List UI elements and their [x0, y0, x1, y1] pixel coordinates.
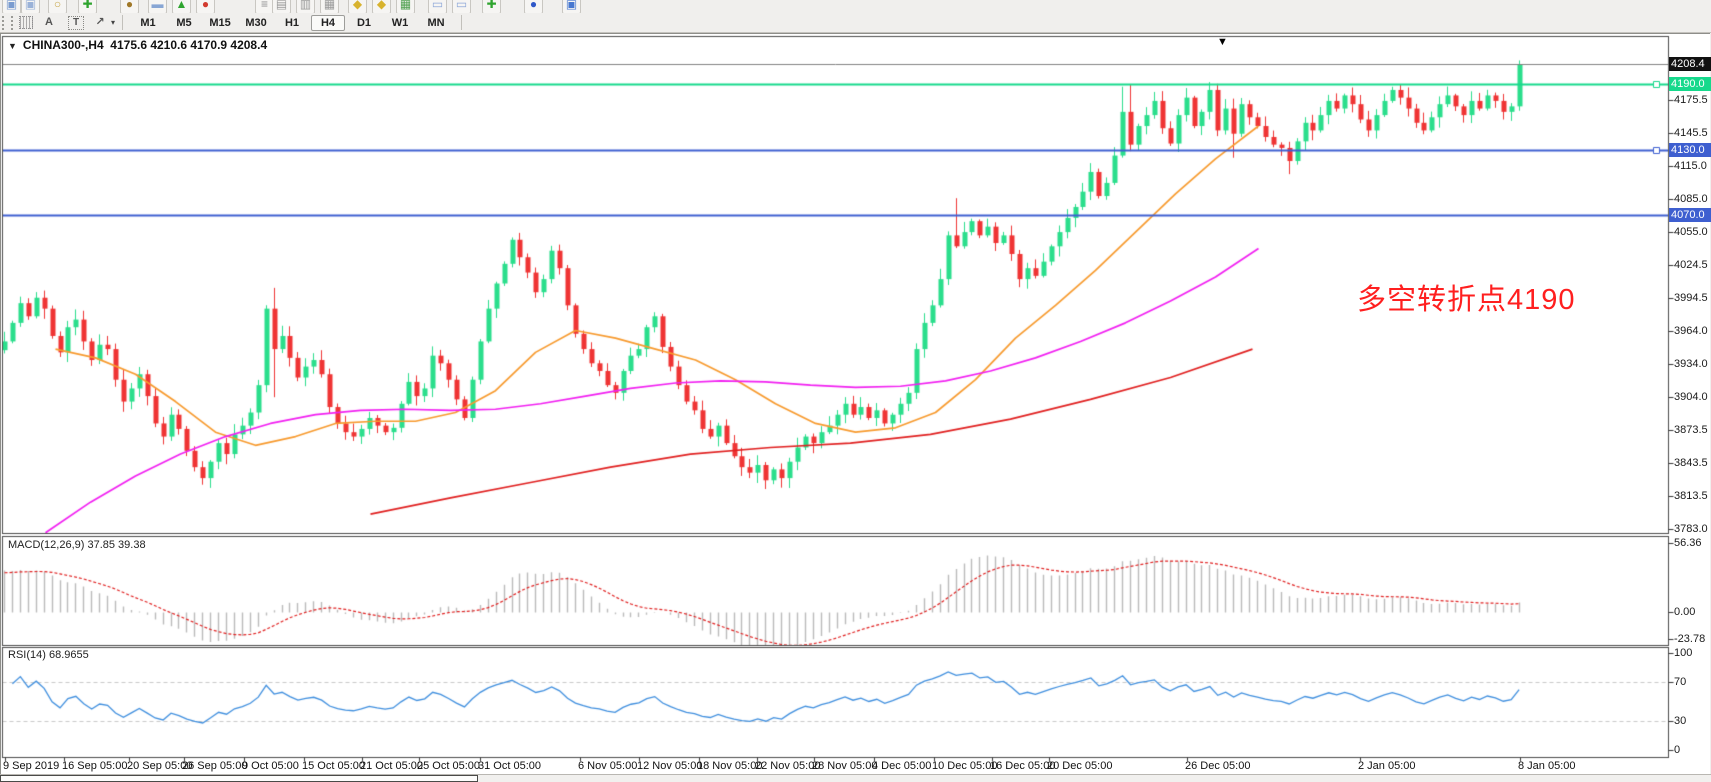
time-axis-label: 16 Dec 05:00	[990, 760, 1055, 772]
time-axis-label: 12 Nov 05:00	[637, 760, 702, 772]
time-axis-label: 25 Oct 05:00	[417, 760, 480, 772]
price-axis-label: 4024.5	[1674, 259, 1708, 271]
rsi-axis-label: 70	[1674, 676, 1686, 688]
price-axis-label: 4115.0	[1674, 160, 1707, 172]
rsi-axis-label: 0	[1674, 744, 1680, 756]
rsi-indicator-label: RSI(14) 68.9655	[8, 649, 89, 661]
mt4-terminal: ▣▣○✚●▬▲●≡▤▥▦◆◆▦▭▭✚●▣ A T ↗ ▾ M1M5M15M30H…	[0, 0, 1711, 782]
chart-canvas[interactable]	[0, 0, 1711, 782]
annotation-text[interactable]: 多空转折点4190	[1357, 276, 1576, 318]
rsi-axis-label: 100	[1674, 647, 1692, 659]
time-axis-label: 18 Nov 05:00	[697, 760, 762, 772]
time-axis-label: 9 Sep 2019	[3, 760, 59, 772]
price-axis-label: 3843.5	[1674, 457, 1708, 469]
rsi-axis-label: 30	[1674, 715, 1686, 727]
time-axis-label: 2 Jan 05:00	[1358, 760, 1416, 772]
chart-dropdown-icon[interactable]: ▼	[8, 41, 17, 51]
price-axis-label: 3813.5	[1674, 490, 1708, 502]
level-4130-tag: 4130.0	[1669, 143, 1711, 157]
time-axis-label: 21 Oct 05:00	[360, 760, 423, 772]
price-axis-label: 4175.5	[1674, 94, 1708, 106]
price-axis-label: 3934.0	[1674, 358, 1708, 370]
time-axis-label: 10 Dec 05:00	[932, 760, 997, 772]
level-4070-tag: 4070.0	[1669, 208, 1711, 222]
time-axis-label: 8 Jan 05:00	[1518, 760, 1576, 772]
time-axis-label: 31 Oct 05:00	[478, 760, 541, 772]
down-arrow-marker[interactable]: ▼	[1217, 36, 1228, 48]
time-axis-label: 28 Nov 05:00	[812, 760, 877, 772]
price-axis-label: 3964.0	[1674, 325, 1708, 337]
macd-indicator-label: MACD(12,26,9) 37.85 39.38	[8, 539, 146, 551]
macd-axis-label: 56.36	[1674, 537, 1702, 549]
chart-title: ▼ CHINA300-,H4 4175.6 4210.6 4170.9 4208.…	[8, 38, 267, 52]
horizontal-scrollbar[interactable]	[0, 774, 1711, 782]
time-axis-label: 9 Oct 05:00	[242, 760, 299, 772]
price-axis-label: 3994.5	[1674, 292, 1708, 304]
price-axis-label: 3873.5	[1674, 424, 1708, 436]
time-axis-label: 20 Dec 05:00	[1047, 760, 1112, 772]
time-axis-label: 6 Nov 05:00	[578, 760, 637, 772]
price-axis-label: 3904.0	[1674, 391, 1708, 403]
ohlc-values: 4175.6 4210.6 4170.9 4208.4	[110, 38, 267, 52]
macd-axis-label: -23.78	[1674, 633, 1705, 645]
price-axis-label: 3783.0	[1674, 523, 1708, 535]
time-axis-label: 22 Nov 05:00	[755, 760, 820, 772]
price-axis-label: 4055.0	[1674, 226, 1708, 238]
time-axis-label: 15 Oct 05:00	[302, 760, 365, 772]
price-axis-label: 4145.5	[1674, 127, 1708, 139]
scrollbar-thumb[interactable]	[0, 775, 478, 782]
current-price-tag: 4208.4	[1669, 57, 1711, 71]
time-axis-label: 16 Sep 05:00	[62, 760, 127, 772]
level-4190-tag: 4190.0	[1669, 77, 1711, 91]
price-axis-label: 4085.0	[1674, 193, 1708, 205]
symbol-period: CHINA300-,H4	[23, 38, 104, 52]
time-axis-label: 4 Dec 05:00	[872, 760, 931, 772]
macd-axis-label: 0.00	[1674, 606, 1695, 618]
time-axis-label: 26 Sep 05:00	[182, 760, 247, 772]
time-axis-label: 26 Dec 05:00	[1185, 760, 1250, 772]
